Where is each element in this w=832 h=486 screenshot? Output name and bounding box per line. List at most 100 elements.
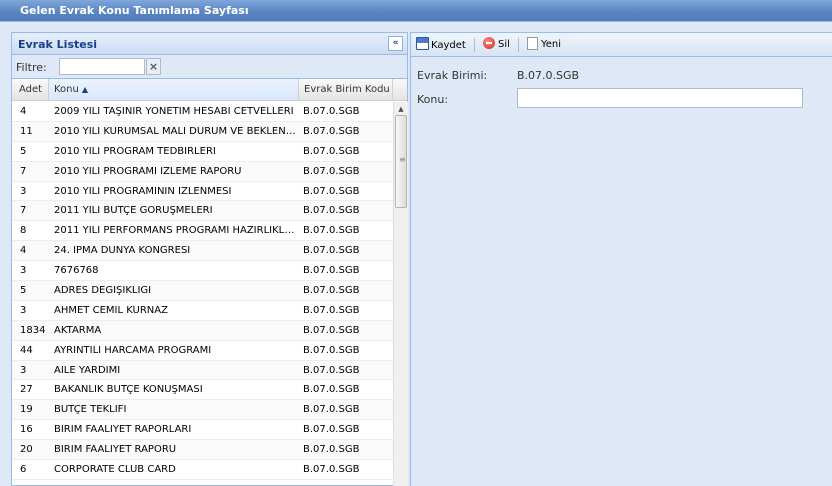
toolbar: Kaydet Sil Yeni <box>411 33 832 57</box>
table-row[interactable]: 19 BÜTÇE TEKLİFİ B.07.0.SGB <box>12 400 393 421</box>
cell-konu: ADRES DEĞİŞİKLİĞİ <box>54 285 152 297</box>
cell-evrak-birim-kodu: B.07.0.SGB <box>303 205 360 217</box>
cell-konu: BAKANLIK BÜTÇE KONUŞMASI <box>54 384 203 396</box>
cell-konu: 2010 YILI PROGRAMI İZLEME RAPORU <box>54 165 242 177</box>
cell-evrak-birim-kodu: B.07.0.SGB <box>303 185 360 197</box>
cell-evrak-birim-kodu: B.07.0.SGB <box>303 384 360 396</box>
grid-body: 4 2009 YILI TAŞINIR YÖNETİM HESABI CETVEL… <box>12 102 393 486</box>
cell-evrak-birim-kodu: B.07.0.SGB <box>303 106 360 117</box>
panel-header: Evrak Listesi « <box>12 33 407 55</box>
table-row[interactable]: 7 2011 YILI BÜTÇE GÖRÜŞMELERİ B.07.0.SGB <box>12 201 393 222</box>
cell-konu: AYRINTILI HARCAMA PROGRAMI <box>54 344 212 356</box>
vertical-scrollbar[interactable]: ▲ ≡ <box>393 102 408 486</box>
cell-adet: 3 <box>20 364 27 376</box>
cell-konu: 2009 YILI TAŞINIR YÖNETİM HESABI CETVELL… <box>54 106 294 117</box>
cell-adet: 3 <box>20 304 27 316</box>
edit-panel: Kaydet Sil Yeni Evrak Birimi: B.07.0.SGB… <box>410 32 832 486</box>
cell-evrak-birim-kodu: B.07.0.SGB <box>303 324 360 336</box>
cell-evrak-birim-kodu: B.07.0.SGB <box>303 165 360 177</box>
cell-adet: 16 <box>20 424 33 436</box>
table-row[interactable]: 11 2010 YILI KURUMSAL MALİ DURUM VE BEKLE… <box>12 121 393 142</box>
cell-konu: 2010 YILI PROGRAM TEDBİRLERİ <box>54 145 216 157</box>
table-row[interactable]: 20 BİRİM FAALİYET RAPORU B.07.0.SGB <box>12 440 393 461</box>
close-icon[interactable]: × <box>146 58 161 75</box>
double-chevron-left-icon[interactable]: « <box>388 36 403 51</box>
cell-evrak-birim-kodu: B.07.0.SGB <box>303 344 360 356</box>
delete-circle-icon <box>483 37 495 49</box>
unit-value: B.07.0.SGB <box>517 69 580 82</box>
filter-input[interactable] <box>59 58 145 75</box>
table-row[interactable]: 44 AYRINTILI HARCAMA PROGRAMI B.07.0.SGB <box>12 341 393 361</box>
cell-evrak-birim-kodu: B.07.0.SGB <box>303 404 360 416</box>
column-header-konu[interactable]: Konu ▲ <box>49 79 299 100</box>
filter-label: Filtre: <box>16 61 47 74</box>
table-row[interactable]: 8 2011 YILI PERFORMANS PROGRAMI HAZIRLIKL… <box>12 221 393 242</box>
filter-bar: Filtre: × <box>12 55 407 79</box>
table-row[interactable]: 5 ADRES DEĞİŞİKLİĞİ B.07.0.SGB <box>12 281 393 301</box>
column-header-evrak-birim-kodu[interactable]: Evrak Birim Kodu <box>299 79 393 100</box>
cell-adet: 44 <box>20 344 33 356</box>
table-row[interactable]: 3 7676768 B.07.0.SGB <box>12 261 393 282</box>
cell-evrak-birim-kodu: B.07.0.SGB <box>303 125 360 137</box>
new-button[interactable]: Yeni <box>527 37 561 53</box>
grid-header: Adet Konu ▲ Evrak Birim Kodu <box>12 79 407 101</box>
cell-konu: AKTARMA <box>54 324 102 336</box>
cell-konu: BİRİM FAALİYET RAPORU <box>54 444 177 456</box>
cell-adet: 8 <box>20 225 27 237</box>
window-title: Gelen Evrak Konu Tanımlama Sayfası <box>20 4 249 17</box>
cell-evrak-birim-kodu: B.07.0.SGB <box>303 464 360 476</box>
cell-konu: 2011 YILI BÜTÇE GÖRÜŞMELERİ <box>54 205 213 217</box>
cell-konu: AİLE YARDIMI <box>54 364 121 376</box>
cell-evrak-birim-kodu: B.07.0.SGB <box>303 145 360 157</box>
table-row[interactable]: 6 CORPORATE CLUB CARD B.07.0.SGB <box>12 460 393 480</box>
cell-evrak-birim-kodu: B.07.0.SGB <box>303 444 360 456</box>
column-header-adet[interactable]: Adet <box>12 79 49 100</box>
table-row[interactable]: 3 AİLE YARDIMI B.07.0.SGB <box>12 360 393 381</box>
cell-konu: AHMET CEMİL KURNAZ <box>54 304 168 316</box>
toolbar-separator <box>474 38 475 52</box>
table-row[interactable]: 27 BAKANLIK BÜTÇE KONUŞMASI B.07.0.SGB <box>12 380 393 401</box>
grip-icon: ≡ <box>399 155 406 164</box>
window-titlebar: Gelen Evrak Konu Tanımlama Sayfası <box>0 0 832 22</box>
subject-input[interactable] <box>517 88 803 108</box>
table-row[interactable]: 3 AHMET CEMİL KURNAZ B.07.0.SGB <box>12 301 393 321</box>
cell-konu: 2010 YILI KURUMSAL MALİ DURUM VE BEKLENT… <box>54 125 298 137</box>
cell-adet: 7 <box>20 205 27 217</box>
save-button[interactable]: Kaydet <box>416 37 466 53</box>
evrak-list-panel: Evrak Listesi « Filtre: × Adet Konu ▲ Evr… <box>11 32 408 486</box>
cell-konu: 24. IPMA DÜNYA KONGRESİ <box>54 245 191 257</box>
cell-evrak-birim-kodu: B.07.0.SGB <box>303 285 360 297</box>
cell-konu: CORPORATE CLUB CARD <box>54 464 176 476</box>
subject-label: Konu: <box>417 93 449 106</box>
cell-adet: 19 <box>20 404 33 416</box>
table-row[interactable]: 4 24. IPMA DÜNYA KONGRESİ B.07.0.SGB <box>12 241 393 262</box>
cell-adet: 3 <box>20 185 27 197</box>
scroll-thumb[interactable]: ≡ <box>395 115 407 208</box>
blank-page-icon <box>527 37 538 50</box>
cell-adet: 20 <box>20 444 33 456</box>
cell-adet: 1834 <box>20 324 46 336</box>
delete-button[interactable]: Sil <box>483 37 510 53</box>
cell-evrak-birim-kodu: B.07.0.SGB <box>303 304 360 316</box>
cell-evrak-birim-kodu: B.07.0.SGB <box>303 225 360 237</box>
table-row[interactable]: 4 2009 YILI TAŞINIR YÖNETİM HESABI CETVEL… <box>12 102 393 122</box>
panel-title: Evrak Listesi <box>18 38 98 51</box>
cell-konu: 2010 YILI PROGRAMININ İZLENMESİ <box>54 185 232 197</box>
table-row[interactable]: 5 2010 YILI PROGRAM TEDBİRLERİ B.07.0.SGB <box>12 142 393 162</box>
cell-adet: 5 <box>20 145 27 157</box>
floppy-disk-icon <box>416 37 429 50</box>
scroll-up-icon[interactable]: ▲ <box>394 103 408 115</box>
sort-ascending-icon: ▲ <box>81 85 89 94</box>
table-row[interactable]: 16 BİRİM FAALİYET RAPORLARI B.07.0.SGB <box>12 420 393 441</box>
cell-evrak-birim-kodu: B.07.0.SGB <box>303 245 360 257</box>
cell-evrak-birim-kodu: B.07.0.SGB <box>303 265 360 277</box>
unit-label: Evrak Birimi: <box>417 69 488 82</box>
table-row[interactable]: 1834 AKTARMA B.07.0.SGB <box>12 320 393 341</box>
cell-adet: 5 <box>20 285 27 297</box>
cell-adet: 4 <box>20 106 27 117</box>
cell-evrak-birim-kodu: B.07.0.SGB <box>303 424 360 436</box>
table-row[interactable]: 3 2010 YILI PROGRAMININ İZLENMESİ B.07.0.S… <box>12 182 393 202</box>
cell-adet: 4 <box>20 245 27 257</box>
cell-evrak-birim-kodu: B.07.0.SGB <box>303 364 360 376</box>
table-row[interactable]: 7 2010 YILI PROGRAMI İZLEME RAPORU B.07.0.… <box>12 161 393 182</box>
